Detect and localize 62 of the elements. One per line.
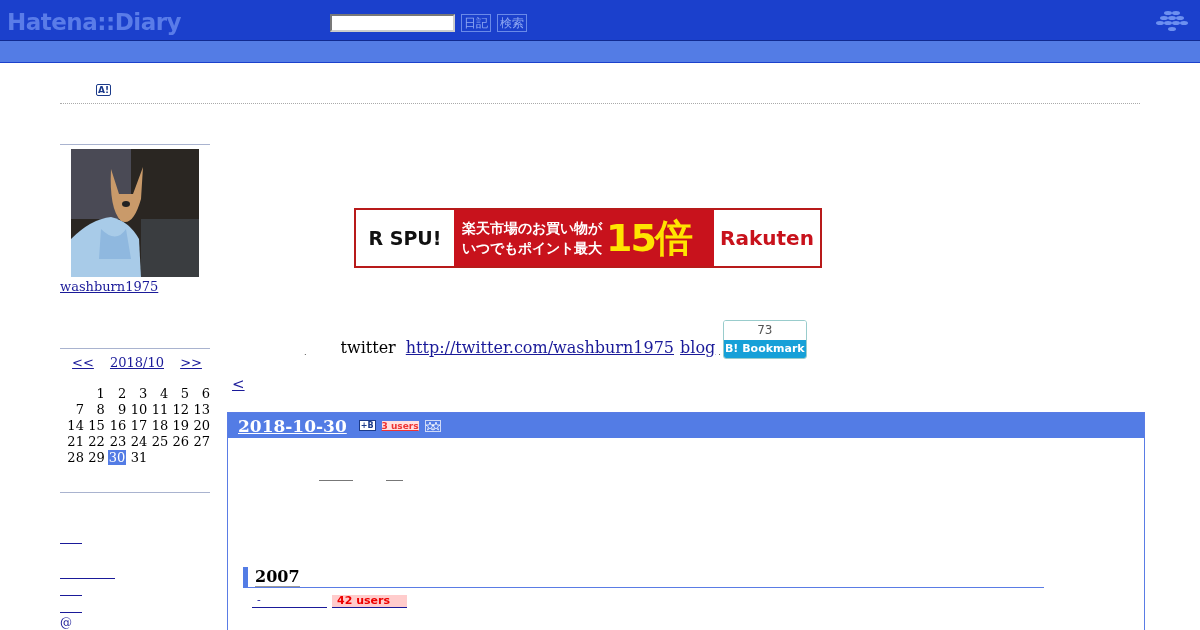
- calendar-day[interactable]: 23: [109, 434, 127, 449]
- empty-link[interactable]: [60, 595, 82, 596]
- calendar-day[interactable]: 27: [193, 434, 210, 449]
- calendar-day[interactable]: 11: [151, 402, 169, 417]
- banner-headline: 15倍: [606, 214, 691, 262]
- add-bookmark-badge[interactable]: +B: [358, 420, 376, 431]
- next-month-link[interactable]: >>: [180, 355, 202, 370]
- calendar-day[interactable]: 6: [201, 386, 210, 401]
- calendar-day[interactable]: 5: [180, 386, 190, 401]
- empty-link[interactable]: [60, 578, 115, 579]
- dot-text: .: [304, 348, 307, 357]
- calendar-day[interactable]: 1: [96, 386, 105, 401]
- calendar-day[interactable]: 7: [75, 402, 84, 417]
- calendar-day[interactable]: 19: [172, 418, 190, 433]
- blog-link[interactable]: blog: [680, 338, 716, 357]
- bookmark-button[interactable]: 73 B! Bookmark: [722, 320, 807, 359]
- calendar-day[interactable]: 24: [130, 434, 148, 449]
- prev-month-link[interactable]: <<: [72, 355, 94, 370]
- date-link[interactable]: 2018-10-30: [238, 415, 347, 436]
- at-sign-text: @: [60, 617, 73, 629]
- calendar-day[interactable]: 18: [151, 418, 169, 433]
- banner-text: いつでもポイント最大: [462, 239, 602, 258]
- section-title: 2007: [255, 567, 300, 587]
- calendar-day[interactable]: 17: [130, 418, 148, 433]
- calendar-day[interactable]: 20: [193, 418, 210, 433]
- empty-link[interactable]: [386, 480, 403, 481]
- calendar-day[interactable]: 9: [118, 402, 127, 417]
- header-button[interactable]: 日記: [461, 13, 491, 32]
- calendar-day[interactable]: 12: [172, 402, 190, 417]
- dot-text: .: [718, 348, 721, 357]
- calendar-day[interactable]: 8: [96, 402, 105, 417]
- header-button[interactable]: 検索: [497, 13, 527, 32]
- calendar-day[interactable]: 25: [151, 434, 169, 449]
- username-link[interactable]: washburn1975: [60, 279, 159, 294]
- calendar-day[interactable]: 26: [172, 434, 190, 449]
- banner-logo: R SPU!: [367, 226, 443, 251]
- empty-link[interactable]: [60, 543, 82, 544]
- twitter-link[interactable]: http://twitter.com/washburn1975: [405, 338, 674, 357]
- prev-link[interactable]: <: [232, 375, 245, 393]
- calendar-day[interactable]: 30: [107, 450, 127, 465]
- calendar-day[interactable]: 29: [88, 450, 105, 465]
- empty-link[interactable]: [319, 480, 353, 481]
- calendar-day[interactable]: 21: [67, 434, 84, 449]
- antenna-badge[interactable]: A!: [96, 84, 112, 96]
- twitter-label: twitter: [340, 338, 396, 357]
- calendar-day[interactable]: 31: [130, 450, 148, 465]
- search-field[interactable]: [330, 13, 455, 32]
- calendar-day[interactable]: 22: [88, 434, 105, 449]
- calendar-day[interactable]: 2: [118, 386, 127, 401]
- entry-link[interactable]: -: [252, 595, 327, 608]
- calendar-day[interactable]: 14: [67, 418, 84, 433]
- banner-logo: Rakuten: [719, 225, 815, 252]
- calendar-day[interactable]: 3: [139, 386, 148, 401]
- calendar-day[interactable]: 28: [67, 450, 84, 465]
- month-link[interactable]: 2018/10: [110, 355, 164, 370]
- calendar-day[interactable]: 15: [88, 418, 105, 433]
- calendar-day[interactable]: 13: [193, 402, 210, 417]
- calendar-day[interactable]: 16: [109, 418, 127, 433]
- empty-link[interactable]: [60, 612, 82, 613]
- banner-text: 楽天市場のお買い物が: [462, 219, 602, 238]
- calendar-day[interactable]: 10: [130, 402, 148, 417]
- calendar-day[interactable]: 4: [159, 386, 169, 401]
